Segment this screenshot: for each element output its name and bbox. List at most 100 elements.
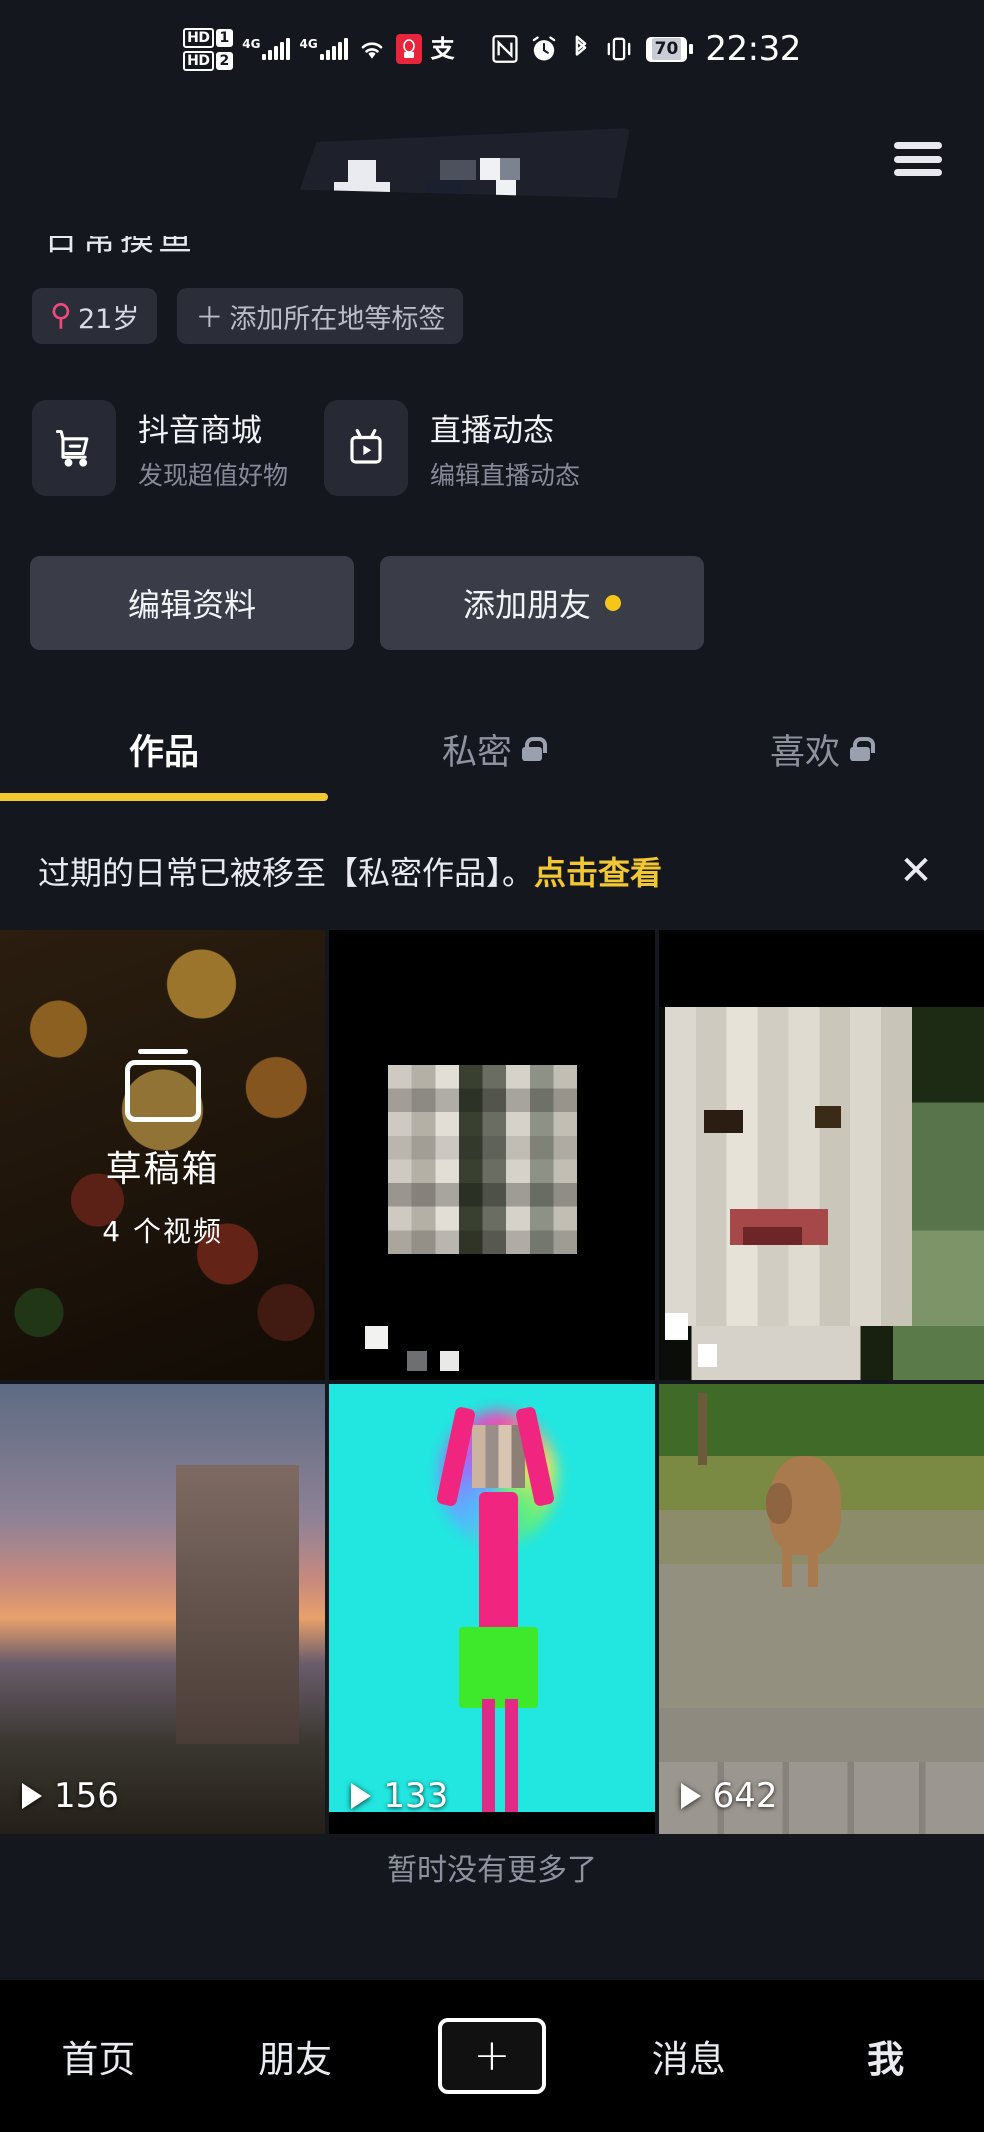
tab-private[interactable]: 私密 [328,700,656,798]
playcount-5-value: 133 [383,1776,449,1816]
video-grid: 草稿箱 4 个视频 156 133 642 [0,930,984,1834]
profile-nickname-clipped: 日常摸鱼 [44,236,196,259]
notice-banner-text: 过期的日常已被移至【私密作品】。点击查看 [38,848,662,894]
notice-text: 过期的日常已被移至【私密作品】。 [38,854,535,892]
menu-line-1 [894,142,942,149]
hd-dual-sim-icon: HD 1 HD 2 [183,27,234,71]
tab-liked[interactable]: 喜欢 [656,700,984,798]
nfc-icon [492,35,518,63]
network-type-1-label: 4G [242,37,261,51]
grid-cell-draft[interactable]: 草稿箱 4 个视频 [0,930,326,1380]
playcount-4-value: 156 [54,1776,119,1816]
nav-profile-label: 我 [867,2038,905,2081]
signal-sim2-icon: 4G [299,37,348,60]
play-icon [22,1783,42,1809]
entry-mall-subtitle: 发现超值好物 [138,460,289,490]
signal-sim1-icon: 4G [242,37,291,60]
end-of-list-text: 暂时没有更多了 [387,1853,597,1888]
menu-line-2 [894,155,942,163]
lock-icon [850,737,875,761]
tag-age-label: 21岁 [77,303,140,335]
draft-box-icon [124,1049,201,1122]
nav-friends-label: 朋友 [258,2038,333,2081]
grid-cell-2[interactable] [329,930,655,1380]
profile-action-buttons: 编辑资料 添加朋友 [30,556,704,650]
cart-icon [32,400,116,496]
entry-live-subtitle: 编辑直播动态 [430,460,581,490]
content-tabs: 作品 私密 喜欢 [0,700,984,798]
grid-cell-4[interactable]: 156 [0,1384,326,1834]
grid-cell-3[interactable] [658,930,984,1380]
sim1-number: 1 [215,28,234,47]
bottom-navigation: 首页 朋友 + 消息 我 [0,1980,984,2132]
status-bar-clock: 22:32 [705,29,801,69]
edit-profile-button[interactable]: 编辑资料 [30,556,354,650]
tab-active-underline [0,793,328,801]
thumbnail-dog [658,1384,984,1834]
female-symbol-icon: ⚲ [50,298,72,333]
playcount-6-value: 642 [712,1776,778,1816]
battery-percent: 70 [651,37,682,60]
menu-line-3 [894,169,942,176]
alarm-icon [530,35,558,63]
thumbnail-dancer [329,1384,655,1834]
thumbnail-mosaic-face [658,930,984,1380]
network-type-2-label: 4G [299,37,318,51]
add-friend-button[interactable]: 添加朋友 [380,556,704,650]
nav-item-create[interactable]: + [394,2014,591,2098]
nav-home-label: 首页 [61,2038,136,2081]
tab-works-label: 作品 [128,732,199,773]
lock-icon [522,737,547,761]
page-header [0,100,984,200]
draft-box-title: 草稿箱 [105,1149,220,1190]
entry-mall-title: 抖音商城 [138,412,262,449]
nav-item-friends[interactable]: 朋友 [197,2029,394,2083]
grid-cell-6-selected[interactable]: 642 [658,1384,984,1834]
wifi-icon [357,37,387,61]
plus-icon: ＋ [195,301,224,334]
plus-icon: + [437,2018,546,2094]
entry-douyin-mall[interactable]: 抖音商城 发现超值好物 [32,400,288,496]
edit-profile-label: 编辑资料 [127,586,256,624]
hd2-label: HD [183,50,214,71]
tag-age[interactable]: ⚲ 21岁 [32,288,158,344]
sim2-number: 2 [215,51,234,70]
tab-works[interactable]: 作品 [0,700,328,798]
close-icon[interactable]: ✕ [894,848,938,894]
create-button[interactable]: + [433,2014,550,2098]
thumbnail-sunset [0,1384,326,1834]
notice-banner: 过期的日常已被移至【私密作品】。点击查看 ✕ [0,812,984,930]
nav-item-home[interactable]: 首页 [0,2029,197,2083]
notice-link[interactable]: 点击查看 [534,854,662,892]
entry-cards: 抖音商城 发现超值好物 直播动态 编辑直播动态 [32,400,580,496]
play-icon [351,1783,372,1809]
entry-live-title: 直播动态 [430,412,555,449]
nav-item-profile[interactable]: 我 [787,2029,984,2083]
playcount-5: 133 [351,1776,448,1816]
tag-add-location[interactable]: ＋ 添加所在地等标签 [177,288,464,344]
nav-messages-label: 消息 [651,2038,726,2081]
draft-box-count: 4 个视频 [102,1215,224,1248]
thumbnail-mosaic-dark [329,930,655,1380]
add-friend-label: 添加朋友 [462,586,591,624]
battery-icon: 70 [645,36,694,62]
draft-box-overlay[interactable]: 草稿箱 4 个视频 [0,930,326,1380]
menu-button[interactable] [894,142,942,176]
tag-add-location-label: 添加所在地等标签 [229,303,446,335]
playcount-4: 156 [22,1776,119,1816]
vibrate-icon [604,35,634,63]
header-title-censored [300,128,630,198]
live-tv-icon [324,400,409,496]
profile-tags: ⚲ 21岁 ＋ 添加所在地等标签 [32,288,464,344]
nav-item-messages[interactable]: 消息 [590,2029,787,2083]
bluetooth-icon [570,34,592,64]
playcount-6: 642 [680,1776,778,1816]
status-bar-right: 70 22:32 [492,29,801,69]
status-bar: HD 1 HD 2 4G 4G 支 70 22:32 [0,0,984,98]
entry-live-status[interactable]: 直播动态 编辑直播动态 [324,400,580,496]
notification-badge-icon [395,34,422,64]
new-indicator-dot-icon [605,595,621,611]
douyin-profile-screen: HD 1 HD 2 4G 4G 支 70 22:32 日常摸鱼 ⚲ 21岁 ＋ … [0,0,984,2132]
play-icon [680,1783,701,1809]
grid-cell-5[interactable]: 133 [329,1384,655,1834]
